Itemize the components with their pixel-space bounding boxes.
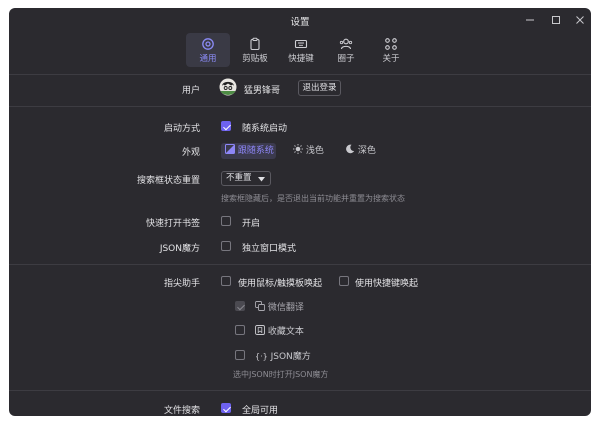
tab-shortcuts[interactable]: 快捷键 (279, 33, 323, 67)
appearance-follow-system[interactable]: 跟随系统 (221, 143, 276, 159)
follow-system-icon (225, 144, 235, 154)
link-icon (385, 38, 397, 50)
tab-bar: 通用 剪贴板 快捷键 圈子 关于 (9, 32, 591, 70)
search-reset-value: 不重置 (226, 173, 252, 183)
file-search-label: 文件搜索 (163, 406, 200, 416)
translate-icon (255, 301, 265, 311)
tab-label: 圈子 (337, 54, 355, 64)
fingertip-label: 指尖助手 (163, 279, 200, 289)
gear-icon (202, 38, 214, 50)
startup-label: 启动方式 (163, 124, 200, 134)
appearance-label: 外观 (181, 148, 200, 158)
bookmarks-checkbox[interactable] (221, 216, 231, 226)
tab-clipboard[interactable]: 剪贴板 (233, 33, 277, 67)
minimize-button[interactable] (523, 13, 537, 27)
tab-label: 快捷键 (288, 54, 314, 64)
caret-down-icon (258, 177, 265, 182)
fingertip-hotkey-checkbox[interactable] (339, 276, 349, 286)
fingertip-mouse-checkbox[interactable] (221, 276, 231, 286)
title-bar: 设置 (9, 8, 591, 32)
close-icon (576, 16, 584, 24)
startup-checkbox[interactable] (221, 121, 231, 131)
maximize-icon (552, 16, 560, 24)
bookmarks-label: 快速打开书签 (145, 219, 200, 229)
file-search-option: 全局可用 (242, 406, 279, 416)
keyboard-icon (294, 39, 308, 49)
json-magic-label: JSON魔方 (159, 244, 200, 254)
braces-icon: {·} (255, 352, 268, 361)
user-name: 猛男锋哥 (244, 86, 281, 96)
appearance-light[interactable]: 浅色 (293, 143, 329, 159)
scrollbar[interactable] (586, 74, 590, 411)
bookmark-icon (255, 325, 265, 335)
logout-button[interactable]: 退出登录 (298, 80, 341, 96)
fingertip-mouse-option: 使用鼠标/触摸板唤起 (238, 279, 323, 289)
moon-icon (346, 144, 355, 154)
json-magic-feature-checkbox[interactable] (235, 350, 245, 360)
collect-text-label: 收藏文本 (267, 327, 304, 337)
tab-general[interactable]: 通用 (186, 33, 230, 67)
divider (9, 74, 591, 75)
json-hint: 选中JSON时打开JSON魔方 (233, 370, 329, 379)
json-magic-feature-label: JSON魔方 (270, 352, 311, 362)
minimize-icon (526, 19, 534, 21)
group-icon (339, 38, 353, 50)
json-magic-option: 独立窗口模式 (242, 244, 297, 254)
close-button[interactable] (573, 13, 587, 27)
clipboard-icon (250, 37, 260, 51)
divider (9, 390, 591, 391)
tab-label: 剪贴板 (242, 54, 268, 64)
search-reset-select[interactable]: 不重置 (221, 171, 271, 186)
divider (9, 264, 591, 265)
search-reset-hint: 搜索框隐藏后，是否退出当前功能并重置为搜索状态 (221, 194, 405, 203)
search-reset-label: 搜索框状态重置 (136, 176, 200, 186)
appearance-dark[interactable]: 深色 (345, 143, 381, 159)
file-search-checkbox[interactable] (221, 403, 231, 413)
sun-icon (293, 144, 303, 154)
collect-text-item: 收藏文本 (255, 324, 304, 337)
tab-label: 关于 (382, 54, 400, 64)
settings-window: 设置 通用 剪贴板 快捷键 圈子 关于 用户 猛男锋哥 退出登录 启动方式 随系… (9, 8, 591, 416)
appearance-option-label: 浅色 (305, 146, 324, 156)
json-magic-checkbox[interactable] (221, 241, 231, 251)
maximize-button[interactable] (549, 13, 563, 27)
avatar (219, 78, 237, 96)
divider (9, 106, 591, 107)
appearance-option-label: 跟随系统 (237, 146, 274, 156)
tab-label: 通用 (199, 54, 217, 64)
user-label: 用户 (181, 86, 200, 96)
wechat-translate-item: 微信翻译 (255, 300, 304, 313)
json-magic-feature-item: {·} JSON魔方 (255, 349, 311, 362)
avatar-icon (219, 78, 237, 96)
wechat-translate-label: 微信翻译 (267, 303, 304, 313)
tab-circle[interactable]: 圈子 (324, 33, 368, 67)
appearance-option-label: 深色 (357, 146, 376, 156)
startup-option: 随系统启动 (242, 124, 288, 134)
bookmarks-option: 开启 (242, 219, 261, 229)
collect-text-checkbox[interactable] (235, 325, 245, 335)
wechat-translate-checkbox[interactable] (235, 301, 245, 311)
fingertip-hotkey-option: 使用快捷键唤起 (355, 279, 419, 289)
tab-about[interactable]: 关于 (369, 33, 413, 67)
window-title: 设置 (290, 17, 310, 28)
